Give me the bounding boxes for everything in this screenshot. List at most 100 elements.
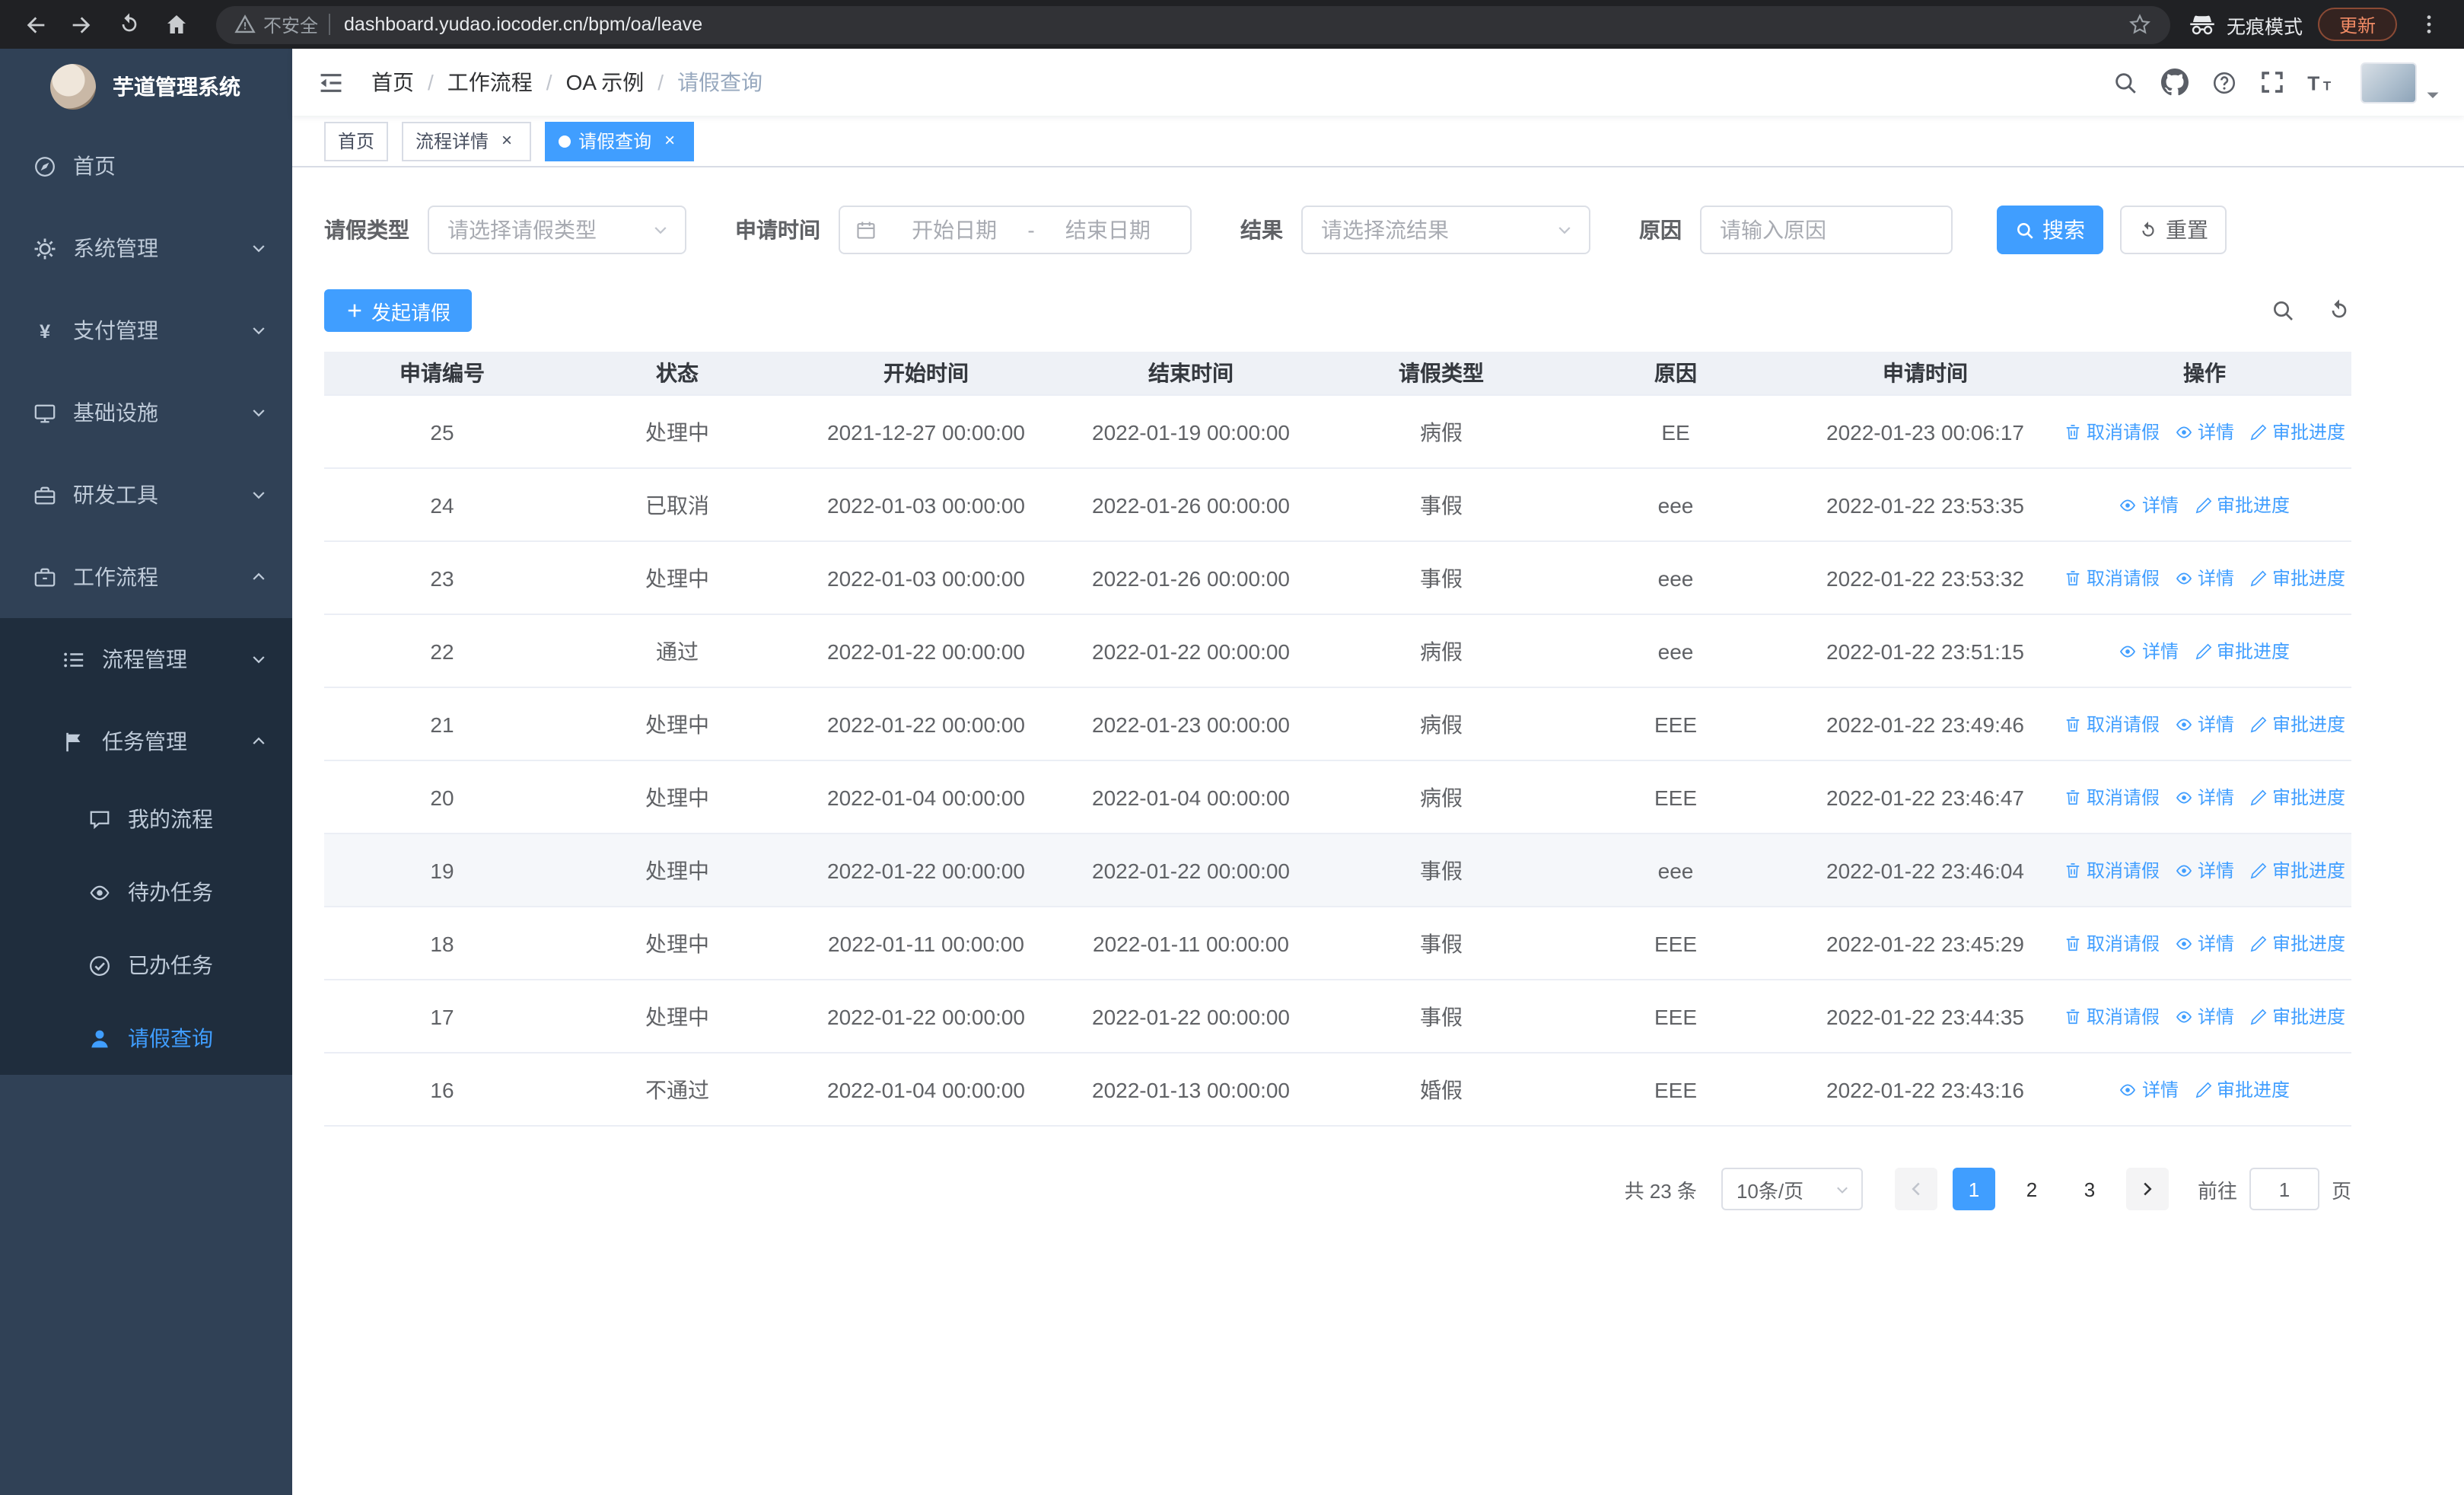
- approval-progress-action[interactable]: 审批进度: [2194, 638, 2290, 664]
- search-icon[interactable]: [2112, 69, 2138, 95]
- filter-label: 申请时间: [735, 218, 820, 242]
- tab-process-detail[interactable]: 流程详情 ×: [402, 121, 532, 161]
- user-avatar[interactable]: [2361, 62, 2417, 103]
- chevron-up-icon: [250, 732, 268, 751]
- start-date-input[interactable]: 开始日期: [887, 215, 1021, 245]
- cancel-leave-action[interactable]: 取消请假: [2064, 711, 2160, 737]
- approval-progress-action[interactable]: 审批进度: [2249, 930, 2345, 956]
- detail-action[interactable]: 详情: [2175, 711, 2234, 737]
- cancel-leave-action[interactable]: 取消请假: [2064, 784, 2160, 810]
- sidebar-item-leave-query[interactable]: 请假查询: [0, 1002, 292, 1075]
- sidebar-item-home[interactable]: 首页: [0, 125, 292, 207]
- cell-status: 处理中: [645, 419, 709, 444]
- cancel-leave-action[interactable]: 取消请假: [2064, 1003, 2160, 1029]
- toggle-search-icon[interactable]: [2271, 298, 2295, 323]
- address-bar[interactable]: 不安全 dashboard.yudao.iocoder.cn/bpm/oa/le…: [216, 5, 2170, 43]
- fullscreen-icon[interactable]: [2260, 70, 2284, 94]
- reload-icon[interactable]: [110, 5, 149, 44]
- approval-progress-action[interactable]: 审批进度: [2194, 1076, 2290, 1102]
- tab-home[interactable]: 首页: [324, 121, 389, 161]
- help-icon[interactable]: [2211, 69, 2237, 95]
- sidebar-item-infrastructure[interactable]: 基础设施: [0, 371, 292, 454]
- prev-page-button[interactable]: [1894, 1168, 1937, 1210]
- cell-start-time: 2022-01-22 00:00:00: [827, 639, 1025, 663]
- action-label: 取消请假: [2086, 714, 2160, 735]
- reason-input[interactable]: [1700, 206, 1953, 254]
- sidebar-item-dev-tools[interactable]: 研发工具: [0, 454, 292, 536]
- close-icon[interactable]: ×: [496, 129, 517, 151]
- cell-leave-type: 病假: [1420, 785, 1463, 809]
- detail-action[interactable]: 详情: [2119, 638, 2179, 664]
- table-row: 17 处理中 2022-01-22 00:00:00 2022-01-22 00:00…: [324, 980, 2351, 1054]
- logo[interactable]: 芋道管理系统: [0, 49, 292, 125]
- result-select[interactable]: 请选择流结果: [1301, 206, 1590, 254]
- user-icon: [87, 1027, 111, 1050]
- approval-progress-action[interactable]: 审批进度: [2249, 857, 2345, 883]
- page-size-select[interactable]: 10条/页: [1721, 1168, 1863, 1210]
- font-size-icon[interactable]: TT: [2307, 71, 2336, 94]
- tab-leave-query[interactable]: 请假查询 ×: [545, 121, 695, 161]
- sidebar-item-task-management[interactable]: 任务管理: [0, 700, 292, 783]
- search-button[interactable]: 搜索: [1997, 206, 2103, 254]
- view-icon: [2119, 642, 2138, 660]
- cancel-leave-action[interactable]: 取消请假: [2064, 419, 2160, 445]
- next-page-button[interactable]: [2125, 1168, 2169, 1210]
- sidebar-item-my-process[interactable]: 我的流程: [0, 783, 292, 856]
- breadcrumb-home[interactable]: 首页: [371, 67, 414, 97]
- detail-action[interactable]: 详情: [2175, 857, 2234, 883]
- sidebar-item-todo-tasks[interactable]: 待办任务: [0, 856, 292, 929]
- detail-action[interactable]: 详情: [2175, 419, 2234, 445]
- breadcrumb-workflow[interactable]: 工作流程: [447, 67, 533, 97]
- refresh-table-icon[interactable]: [2327, 298, 2351, 323]
- date-separator: -: [1027, 218, 1035, 242]
- bookmark-star-icon[interactable]: [2128, 12, 2152, 37]
- sidebar-item-process-management[interactable]: 流程管理: [0, 618, 292, 700]
- detail-action[interactable]: 详情: [2175, 784, 2234, 810]
- sidebar-item-label: 工作流程: [73, 565, 158, 589]
- table-row: 24 已取消 2022-01-03 00:00:00 2022-01-26 00:00…: [324, 469, 2351, 542]
- forward-icon[interactable]: [62, 5, 102, 44]
- cell-status: 处理中: [645, 931, 709, 955]
- filter-label: 原因: [1639, 218, 1682, 242]
- cell-apply-id: 21: [430, 712, 454, 736]
- detail-action[interactable]: 详情: [2175, 565, 2234, 591]
- approval-progress-action[interactable]: 审批进度: [2249, 711, 2345, 737]
- approval-progress-action[interactable]: 审批进度: [2249, 784, 2345, 810]
- sidebar-item-payment-management[interactable]: ¥ 支付管理: [0, 289, 292, 371]
- leave-type-select[interactable]: 请选择请假类型: [428, 206, 686, 254]
- reset-label: 重置: [2166, 218, 2208, 242]
- sidebar-toggle-icon[interactable]: [317, 68, 345, 97]
- detail-action[interactable]: 详情: [2175, 1003, 2234, 1029]
- approval-progress-action[interactable]: 审批进度: [2249, 419, 2345, 445]
- action-label: 取消请假: [2086, 1006, 2160, 1028]
- detail-action[interactable]: 详情: [2175, 930, 2234, 956]
- sidebar-item-done-tasks[interactable]: 已办任务: [0, 929, 292, 1002]
- cancel-leave-action[interactable]: 取消请假: [2064, 857, 2160, 883]
- cell-apply-time: 2022-01-22 23:53:32: [1826, 566, 2024, 590]
- browser-menu-icon[interactable]: [2409, 5, 2449, 44]
- page-button-3[interactable]: 3: [2068, 1168, 2111, 1210]
- sidebar-item-workflow[interactable]: 工作流程: [0, 536, 292, 618]
- sidebar: 芋道管理系统 首页 系统管理 ¥ 支付管理 基础设施 研发工具工作流程流程管理 任务管理 我的…: [0, 49, 292, 1495]
- home-icon[interactable]: [157, 5, 196, 44]
- close-icon[interactable]: ×: [659, 129, 680, 151]
- goto-page-input[interactable]: [2249, 1168, 2319, 1210]
- detail-action[interactable]: 详情: [2119, 492, 2179, 518]
- breadcrumb-oa-example[interactable]: OA 示例: [566, 67, 645, 97]
- update-button[interactable]: 更新: [2317, 8, 2397, 41]
- back-icon[interactable]: [15, 5, 55, 44]
- approval-progress-action[interactable]: 审批进度: [2249, 1003, 2345, 1029]
- sidebar-item-system-management[interactable]: 系统管理: [0, 207, 292, 289]
- github-icon[interactable]: [2161, 69, 2189, 96]
- approval-progress-action[interactable]: 审批进度: [2194, 492, 2290, 518]
- create-leave-button[interactable]: 发起请假: [324, 289, 473, 332]
- page-button-2[interactable]: 2: [2010, 1168, 2053, 1210]
- cancel-leave-action[interactable]: 取消请假: [2064, 930, 2160, 956]
- detail-action[interactable]: 详情: [2119, 1076, 2179, 1102]
- end-date-input[interactable]: 结束日期: [1041, 215, 1175, 245]
- date-range-picker[interactable]: 开始日期 - 结束日期: [839, 206, 1192, 254]
- reset-button[interactable]: 重置: [2120, 206, 2227, 254]
- approval-progress-action[interactable]: 审批进度: [2249, 565, 2345, 591]
- page-button-1[interactable]: 1: [1952, 1168, 1995, 1210]
- cancel-leave-action[interactable]: 取消请假: [2064, 565, 2160, 591]
